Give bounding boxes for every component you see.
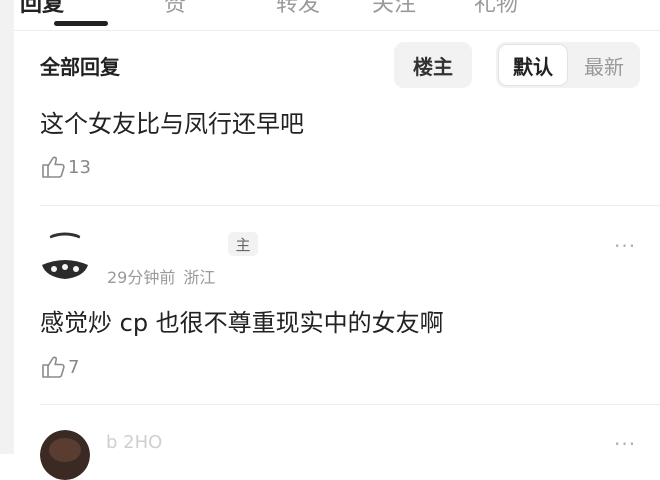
sort-default-button[interactable]: 默认	[498, 44, 568, 86]
section-title: 全部回复	[40, 55, 120, 79]
comment-text: 感觉炒 cp 也很不尊重现实中的女友啊	[40, 309, 444, 337]
comment-time: 29分钟前	[107, 268, 176, 287]
tab-bar: 回复 赞 转发 关注 礼物	[14, 0, 660, 31]
thumbs-up-icon	[42, 156, 65, 178]
author-badge: 主	[228, 232, 258, 256]
like-count: 7	[68, 356, 80, 378]
comment-divider	[40, 404, 660, 405]
left-gutter	[0, 0, 14, 454]
tab-likes[interactable]: 赞	[164, 0, 186, 18]
more-options-icon[interactable]: ···	[614, 432, 636, 456]
comment-location: 浙江	[183, 268, 216, 287]
like-button[interactable]: 13	[40, 152, 91, 182]
like-button[interactable]: 7	[40, 352, 79, 382]
tab-replies[interactable]: 回复	[20, 0, 64, 18]
avatar[interactable]	[40, 430, 90, 480]
more-options-icon[interactable]: ···	[614, 234, 636, 258]
avatar[interactable]	[40, 231, 90, 281]
thumbs-up-icon	[42, 356, 65, 378]
tab-reposts[interactable]: 转发	[276, 0, 320, 18]
user-name[interactable]	[102, 230, 232, 258]
op-filter-button[interactable]: 楼主	[394, 42, 472, 88]
sort-latest-button[interactable]: 最新	[570, 44, 638, 86]
comments-panel: 回复 赞 转发 关注 礼物 全部回复 楼主 默认 最新 这个女友比与凤行还早吧 …	[14, 0, 660, 480]
sort-toggle: 默认 最新	[496, 42, 640, 88]
like-count: 13	[68, 156, 91, 178]
user-name[interactable]: b 2HO	[106, 432, 162, 453]
comment-divider	[40, 205, 660, 206]
tab-follow[interactable]: 关注	[372, 0, 416, 18]
comment-text: 这个女友比与凤行还早吧	[40, 110, 304, 138]
comment-meta: 29分钟前 浙江	[107, 264, 215, 288]
active-tab-indicator	[54, 21, 108, 26]
tab-gifts[interactable]: 礼物	[474, 0, 518, 18]
